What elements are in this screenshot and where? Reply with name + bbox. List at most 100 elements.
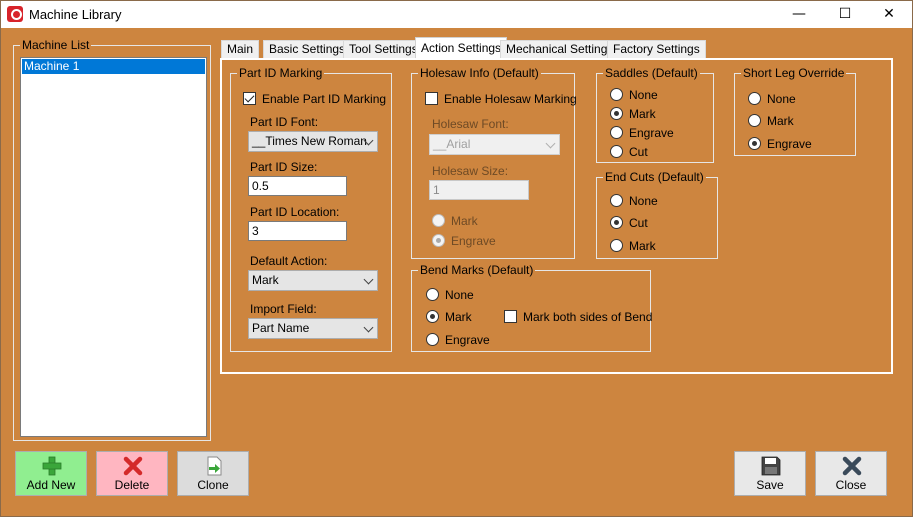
clone-button[interactable]: Clone <box>177 451 249 496</box>
tab-basic-settings[interactable]: Basic Settings <box>263 40 352 59</box>
enable-holesaw-checkbox[interactable]: Enable Holesaw Marking <box>425 91 577 107</box>
tab-tool-settings[interactable]: Tool Settings <box>343 40 424 59</box>
holesaw-radio-mark[interactable]: Mark <box>432 213 512 229</box>
saddles-none-label: None <box>629 88 658 102</box>
radio-dot <box>426 310 439 323</box>
radio-dot <box>426 288 439 301</box>
holesaw-font-value: __Arial <box>433 137 471 151</box>
part-id-font-label: Part ID Font: <box>250 115 319 129</box>
short-leg-radio-none[interactable]: None <box>748 91 828 107</box>
default-action-label: Default Action: <box>250 254 328 268</box>
tab-action-settings[interactable]: Action Settings <box>415 37 508 59</box>
checkbox-box <box>504 310 517 323</box>
floppy-disk-icon <box>761 456 781 476</box>
saddles-radio-cut[interactable]: Cut <box>610 144 690 160</box>
maximize-button[interactable]: ☐ <box>822 1 868 28</box>
radio-dot <box>748 92 761 105</box>
part-id-title: Part ID Marking <box>237 66 325 80</box>
minimize-button[interactable]: — <box>776 1 822 28</box>
tab-main[interactable]: Main <box>221 40 260 59</box>
part-id-size-input[interactable]: 0.5 <box>248 176 347 196</box>
radio-dot <box>610 194 623 207</box>
holesaw-size-input[interactable]: 1 <box>429 180 529 200</box>
bend-marks-group: Bend Marks (Default) None Mark Engrave M… <box>411 263 652 352</box>
part-id-location-input[interactable]: 3 <box>248 221 347 241</box>
clone-document-icon <box>207 456 222 476</box>
radio-dot <box>432 234 445 247</box>
holesaw-font-label: Holesaw Font: <box>432 117 509 131</box>
radio-dot <box>610 88 623 101</box>
saddles-cut-label: Cut <box>629 145 648 159</box>
saddles-engrave-label: Engrave <box>629 126 674 140</box>
radio-dot <box>610 145 623 158</box>
checkbox-box <box>243 92 256 105</box>
end-cuts-radio-cut[interactable]: Cut <box>610 215 690 231</box>
delete-button[interactable]: Delete <box>96 451 168 496</box>
end-cuts-title: End Cuts (Default) <box>603 170 706 184</box>
short-leg-none-label: None <box>767 92 796 106</box>
radio-dot <box>610 107 623 120</box>
saddles-group: Saddles (Default) None Mark Engrave Cut <box>596 66 714 163</box>
part-id-size-label: Part ID Size: <box>250 160 318 174</box>
end-cuts-cut-label: Cut <box>629 216 648 230</box>
enable-part-id-checkbox[interactable]: Enable Part ID Marking <box>243 91 387 107</box>
bend-marks-title: Bend Marks (Default) <box>418 263 536 277</box>
part-id-location-label: Part ID Location: <box>250 205 340 219</box>
mark-both-sides-label: Mark both sides of Bend <box>523 310 653 324</box>
chevron-down-icon <box>363 274 374 285</box>
tab-factory-settings[interactable]: Factory Settings <box>607 40 706 59</box>
part-id-font-select[interactable]: __Times New Roman <box>248 131 378 152</box>
holesaw-font-select[interactable]: __Arial <box>429 134 560 155</box>
end-cuts-radio-none[interactable]: None <box>610 193 690 209</box>
radio-dot <box>610 126 623 139</box>
chevron-down-icon <box>545 138 556 149</box>
saddles-radio-engrave[interactable]: Engrave <box>610 125 690 141</box>
end-cuts-radio-mark[interactable]: Mark <box>610 238 690 254</box>
add-new-button[interactable]: Add New <box>15 451 87 496</box>
holesaw-size-label: Holesaw Size: <box>432 164 509 178</box>
radio-dot <box>748 114 761 127</box>
title-bar[interactable]: Machine Library — ☐ ✕ <box>1 1 912 28</box>
close-label: Close <box>835 478 867 492</box>
holesaw-engrave-label: Engrave <box>451 234 496 248</box>
list-item-machine[interactable]: Machine 1 <box>22 59 205 74</box>
radio-dot <box>432 214 445 227</box>
bend-marks-radio-none[interactable]: None <box>426 287 496 303</box>
enable-part-id-label: Enable Part ID Marking <box>262 92 387 106</box>
bend-marks-radio-engrave[interactable]: Engrave <box>426 332 496 348</box>
machine-list-label: Machine List <box>20 38 92 52</box>
import-field-select[interactable]: Part Name <box>248 318 378 339</box>
saddles-radio-mark[interactable]: Mark <box>610 106 690 122</box>
radio-dot <box>748 137 761 150</box>
saddles-radio-none[interactable]: None <box>610 87 690 103</box>
close-window-button[interactable]: ✕ <box>866 1 912 28</box>
tab-mechanical-settings[interactable]: Mechanical Settings <box>500 40 620 59</box>
holesaw-group: Holesaw Info (Default) Enable Holesaw Ma… <box>411 66 577 259</box>
save-button[interactable]: Save <box>734 451 806 496</box>
part-id-font-value: __Times New Roman <box>252 134 367 148</box>
holesaw-radio-engrave[interactable]: Engrave <box>432 233 512 249</box>
default-action-select[interactable]: Mark <box>248 270 378 291</box>
mark-both-sides-checkbox[interactable]: Mark both sides of Bend <box>504 309 652 325</box>
end-cuts-mark-label: Mark <box>629 239 656 253</box>
short-leg-radio-engrave[interactable]: Engrave <box>748 136 828 152</box>
machine-listbox[interactable]: Machine 1 <box>20 57 207 437</box>
radio-dot <box>610 239 623 252</box>
import-field-label: Import Field: <box>250 302 317 316</box>
action-settings-panel: Part ID Marking Enable Part ID Marking P… <box>220 58 893 374</box>
holesaw-mark-label: Mark <box>451 214 478 228</box>
app-logo-icon <box>7 6 23 22</box>
bend-marks-radio-mark[interactable]: Mark <box>426 309 496 325</box>
delete-label: Delete <box>114 478 150 492</box>
short-leg-title: Short Leg Override <box>741 66 847 80</box>
end-cuts-none-label: None <box>629 194 658 208</box>
part-id-group: Part ID Marking Enable Part ID Marking P… <box>230 66 392 352</box>
bend-marks-engrave-label: Engrave <box>445 333 490 347</box>
close-x-icon <box>842 456 862 476</box>
chevron-down-icon <box>363 322 374 333</box>
short-leg-group: Short Leg Override None Mark Engrave <box>734 66 856 156</box>
saddles-mark-label: Mark <box>629 107 656 121</box>
short-leg-radio-mark[interactable]: Mark <box>748 113 828 129</box>
close-button[interactable]: Close <box>815 451 887 496</box>
checkbox-box <box>425 92 438 105</box>
